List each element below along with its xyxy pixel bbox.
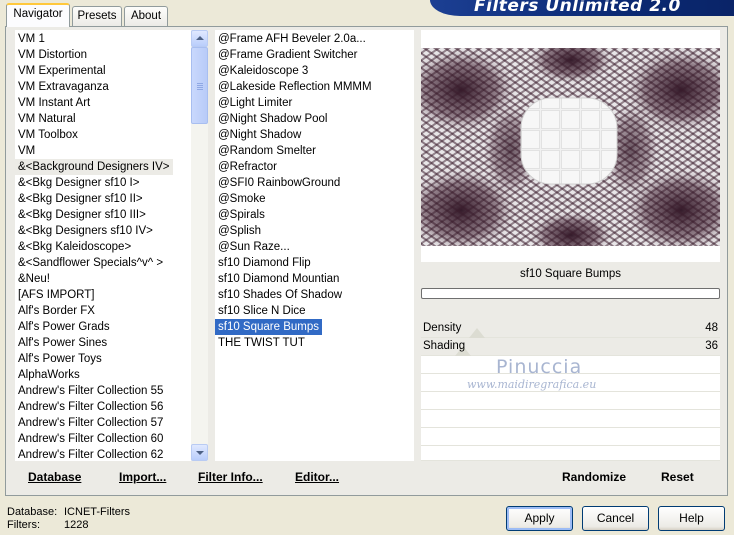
category-list-item[interactable]: Andrew's Filter Collection 57 <box>15 415 166 431</box>
density-slider-marker <box>469 328 485 338</box>
category-list-item[interactable]: [AFS IMPORT] <box>15 287 97 303</box>
category-list-item[interactable]: VM Distortion <box>15 47 90 63</box>
shading-value: 36 <box>705 340 718 352</box>
reset-button[interactable]: Reset <box>661 470 694 484</box>
filter-list-item[interactable]: @Frame Gradient Switcher <box>215 47 361 63</box>
filter-list-item[interactable]: sf10 Diamond Flip <box>215 255 314 271</box>
filter-list-item[interactable]: @Spirals <box>215 207 268 223</box>
help-button[interactable]: Help <box>658 506 725 531</box>
filter-list-item[interactable]: sf10 Shades Of Shadow <box>215 287 345 303</box>
randomize-button[interactable]: Randomize <box>562 470 626 484</box>
filter-list-item[interactable]: @Random Smelter <box>215 143 319 159</box>
category-list-item[interactable]: Alf's Border FX <box>15 303 98 319</box>
filters-status-value: 1228 <box>64 519 89 531</box>
category-list-item[interactable]: VM Instant Art <box>15 95 93 111</box>
category-list-item[interactable]: &<Bkg Kaleidoscope> <box>15 239 134 255</box>
category-list-item[interactable]: VM Extravaganza <box>15 79 112 95</box>
tab-about[interactable]: About <box>124 6 168 26</box>
category-list-item[interactable]: &<Bkg Designer sf10 III> <box>15 207 149 223</box>
category-list-item[interactable]: Andrew's Filter Collection 60 <box>15 431 166 447</box>
database-status-value: ICNET-Filters <box>64 506 130 518</box>
filter-list-item[interactable]: @SFI0 RainbowGround <box>215 175 343 191</box>
tab-navigator[interactable]: Navigator <box>6 3 70 27</box>
selected-filter-name: sf10 Square Bumps <box>421 265 720 283</box>
editor-button[interactable]: Editor... <box>295 470 339 484</box>
empty-param-row <box>421 446 720 461</box>
category-scrollbar[interactable] <box>191 30 208 461</box>
filter-list-item[interactable]: @Night Shadow <box>215 127 304 143</box>
filter-list-item[interactable]: sf10 Slice N Dice <box>215 303 309 319</box>
filter-list-item[interactable]: @Lakeside Reflection MMMM <box>215 79 375 95</box>
empty-param-row <box>421 410 720 428</box>
database-status: Database: ICNET-Filters <box>7 506 130 519</box>
filter-list-item[interactable]: sf10 Diamond Mountian <box>215 271 342 287</box>
category-list-item[interactable]: VM Toolbox <box>15 127 81 143</box>
category-list-item[interactable]: VM Natural <box>15 111 79 127</box>
scroll-down-button[interactable] <box>191 444 208 461</box>
filters-status-label: Filters: <box>7 519 40 531</box>
category-list[interactable]: VM 1 VM Distortion VM Experimental VM Extra… <box>15 30 191 461</box>
density-param-row[interactable]: Density 48 <box>421 320 720 338</box>
category-list-item[interactable]: Alf's Power Toys <box>15 351 105 367</box>
app-title-banner: Filters Unlimited 2.0 <box>430 0 734 16</box>
filter-list-item[interactable]: @Refractor <box>215 159 280 175</box>
database-button[interactable]: Database <box>28 470 81 484</box>
category-list-item[interactable]: Andrew's Filter Collection 62 <box>15 447 166 461</box>
category-list-item[interactable]: VM <box>15 143 38 159</box>
filter-list-item[interactable]: sf10 Square Bumps <box>215 319 323 335</box>
watermark-url: www.maidiregrafica.eu <box>467 378 597 391</box>
category-list-item[interactable]: Alf's Power Grads <box>15 319 113 335</box>
preview-image <box>421 30 720 262</box>
filter-list-item[interactable]: @Smoke <box>215 191 268 207</box>
category-list-item[interactable]: Alf's Power Sines <box>15 335 110 351</box>
scroll-thumb[interactable] <box>191 47 208 124</box>
apply-button[interactable]: Apply <box>506 506 573 531</box>
empty-param-row <box>421 392 720 410</box>
density-label: Density <box>423 322 462 334</box>
category-list-item[interactable]: Andrew's Filter Collection 55 <box>15 383 166 399</box>
filter-list-item[interactable]: @Light Limiter <box>215 95 295 111</box>
import-button[interactable]: Import... <box>119 470 166 484</box>
category-list-item[interactable]: VM Experimental <box>15 63 109 79</box>
filter-list-item[interactable]: @Splish <box>215 223 264 239</box>
watermark-name: Pinuccia <box>496 356 583 378</box>
filter-list-item[interactable]: @Sun Raze... <box>215 239 293 255</box>
empty-param-row <box>421 428 720 446</box>
category-list-item[interactable]: &<Sandflower Specials^v^ > <box>15 255 166 271</box>
shading-param-row[interactable]: Shading 36 <box>421 338 720 356</box>
category-list-item[interactable]: Andrew's Filter Collection 56 <box>15 399 166 415</box>
database-status-label: Database: <box>7 506 58 518</box>
filters-status: Filters: 1228 <box>7 519 88 532</box>
category-list-item[interactable]: AlphaWorks <box>15 367 83 383</box>
category-list-item[interactable]: VM 1 <box>15 31 48 47</box>
filter-list-item[interactable]: @Frame AFH Beveler 2.0a... <box>215 31 369 47</box>
category-list-item[interactable]: &Neu! <box>15 271 53 287</box>
preview-pane <box>421 30 720 262</box>
progress-bar <box>421 288 720 299</box>
category-list-item[interactable]: &<Bkg Designer sf10 II> <box>15 191 146 207</box>
filter-list[interactable]: @Frame AFH Beveler 2.0a... @Frame Gradien… <box>215 30 414 461</box>
shading-label: Shading <box>423 340 466 352</box>
tab-presets[interactable]: Presets <box>72 6 122 26</box>
filter-list-item[interactable]: @Night Shadow Pool <box>215 111 331 127</box>
category-list-item[interactable]: &<Bkg Designer sf10 I> <box>15 175 142 191</box>
filter-list-item[interactable]: @Kaleidoscope 3 <box>215 63 311 79</box>
category-list-item[interactable]: &<Background Designers IV> <box>15 159 173 175</box>
filter-info-button[interactable]: Filter Info... <box>198 470 263 484</box>
density-value: 48 <box>705 322 718 334</box>
scroll-up-button[interactable] <box>191 30 208 47</box>
cancel-button[interactable]: Cancel <box>582 506 649 531</box>
category-list-item[interactable]: &<Bkg Designers sf10 IV> <box>15 223 156 239</box>
filter-list-item[interactable]: THE TWIST TUT <box>215 335 308 351</box>
